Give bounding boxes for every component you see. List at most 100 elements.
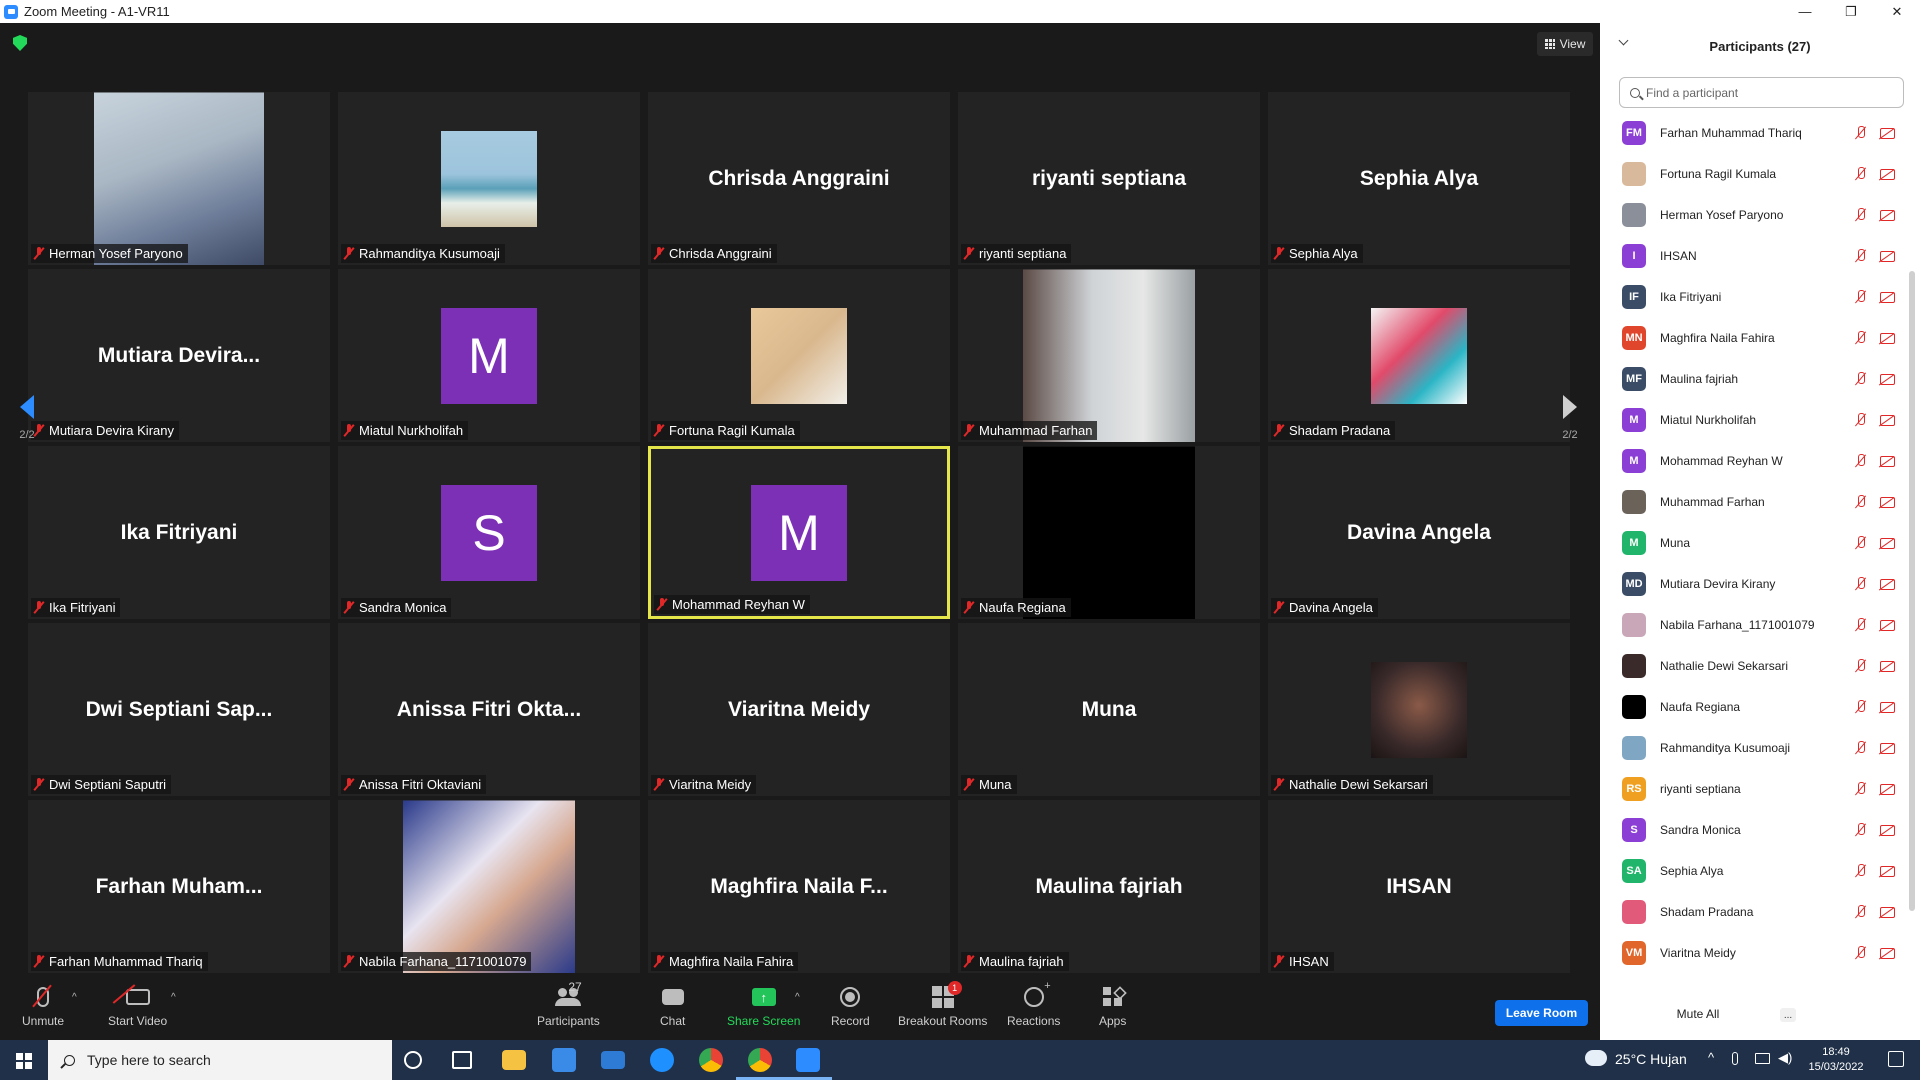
- teamviewer-icon[interactable]: [650, 1048, 674, 1072]
- mic-muted-icon[interactable]: [1855, 577, 1867, 591]
- mic-muted-icon[interactable]: [1855, 454, 1867, 468]
- participant-row[interactable]: RS riyanti septiana: [1600, 769, 1905, 809]
- camera-off-icon[interactable]: [1880, 373, 1895, 385]
- camera-off-icon[interactable]: [1880, 947, 1895, 959]
- close-button[interactable]: ✕: [1874, 0, 1920, 23]
- participant-row[interactable]: FM Farhan Muhammad Thariq: [1600, 113, 1905, 153]
- camera-off-icon[interactable]: [1880, 250, 1895, 262]
- chrome-icon[interactable]: [699, 1048, 723, 1072]
- mute-all-button[interactable]: Mute All: [1663, 1000, 1733, 1028]
- camera-off-icon[interactable]: [1880, 660, 1895, 672]
- video-tile[interactable]: Nabila Farhana_1171001079: [338, 800, 640, 973]
- participant-row[interactable]: M Mohammad Reyhan W: [1600, 441, 1905, 481]
- camera-off-icon[interactable]: [1880, 496, 1895, 508]
- camera-off-icon[interactable]: [1880, 414, 1895, 426]
- video-tile[interactable]: Herman Yosef Paryono: [28, 92, 330, 265]
- video-tile[interactable]: Fortuna Ragil Kumala: [648, 269, 950, 442]
- mic-muted-icon[interactable]: [1855, 290, 1867, 304]
- mic-muted-icon[interactable]: [1855, 536, 1867, 550]
- mic-muted-icon[interactable]: [1855, 823, 1867, 837]
- chat-button[interactable]: Chat: [660, 984, 685, 1028]
- participant-search-input[interactable]: [1646, 85, 1886, 100]
- participant-row[interactable]: Fortuna Ragil Kumala: [1600, 154, 1905, 194]
- leave-room-button[interactable]: Leave Room: [1495, 1000, 1588, 1026]
- video-tile[interactable]: Davina Angela Davina Angela: [1268, 446, 1570, 619]
- weather-text[interactable]: 25°C Hujan: [1615, 1051, 1687, 1067]
- camera-off-icon[interactable]: [1880, 537, 1895, 549]
- store-icon[interactable]: [552, 1048, 576, 1072]
- video-tile[interactable]: Farhan Muham... Farhan Muhammad Thariq: [28, 800, 330, 973]
- next-page-button[interactable]: 2/2: [1553, 375, 1587, 461]
- video-tile[interactable]: Dwi Septiani Sap... Dwi Septiani Saputri: [28, 623, 330, 796]
- camera-off-icon[interactable]: [1880, 332, 1895, 344]
- camera-off-icon[interactable]: [1880, 824, 1895, 836]
- video-tile[interactable]: Muhammad Farhan: [958, 269, 1260, 442]
- camera-off-icon[interactable]: [1880, 865, 1895, 877]
- cortana-icon[interactable]: [404, 1051, 422, 1069]
- mic-muted-icon[interactable]: [1855, 864, 1867, 878]
- video-tile[interactable]: Rahmanditya Kusumoaji: [338, 92, 640, 265]
- video-tile[interactable]: S Sandra Monica: [338, 446, 640, 619]
- participant-row[interactable]: S Sandra Monica: [1600, 810, 1905, 850]
- camera-off-icon[interactable]: [1880, 168, 1895, 180]
- video-tile[interactable]: Muna Muna: [958, 623, 1260, 796]
- mic-muted-icon[interactable]: [1855, 495, 1867, 509]
- participant-row[interactable]: Shadam Pradana: [1600, 892, 1905, 932]
- zoom-taskbar-icon[interactable]: [784, 1048, 832, 1080]
- taskbar-search[interactable]: Type here to search: [48, 1040, 392, 1080]
- mic-muted-icon[interactable]: [1855, 659, 1867, 673]
- video-options-caret[interactable]: ^: [171, 984, 176, 1010]
- mic-muted-icon[interactable]: [1855, 782, 1867, 796]
- video-tile[interactable]: Chrisda Anggraini Chrisda Anggraini: [648, 92, 950, 265]
- view-button[interactable]: View: [1537, 32, 1593, 56]
- video-tile[interactable]: Maulina fajriah Maulina fajriah: [958, 800, 1260, 973]
- participant-row[interactable]: Herman Yosef Paryono: [1600, 195, 1905, 235]
- network-icon[interactable]: [1755, 1053, 1770, 1064]
- participant-row[interactable]: VM Viaritna Meidy: [1600, 933, 1905, 973]
- mic-muted-icon[interactable]: [1855, 126, 1867, 140]
- mic-muted-icon[interactable]: [1855, 618, 1867, 632]
- mic-muted-icon[interactable]: [1855, 413, 1867, 427]
- apps-button[interactable]: Apps: [1099, 984, 1126, 1028]
- share-options-caret[interactable]: ^: [795, 984, 800, 1010]
- mic-muted-icon[interactable]: [1855, 331, 1867, 345]
- camera-off-icon[interactable]: [1880, 578, 1895, 590]
- participant-row[interactable]: Naufa Regiana: [1600, 687, 1905, 727]
- mic-muted-icon[interactable]: [1855, 208, 1867, 222]
- video-tile[interactable]: Mutiara Devira... Mutiara Devira Kirany: [28, 269, 330, 442]
- mail-icon[interactable]: [601, 1051, 625, 1069]
- camera-off-icon[interactable]: [1880, 619, 1895, 631]
- reactions-button[interactable]: Reactions: [1007, 980, 1060, 1028]
- participants-scrollbar[interactable]: [1909, 111, 1915, 999]
- audio-options-caret[interactable]: ^: [72, 984, 77, 1010]
- video-tile[interactable]: Ika Fitriyani Ika Fitriyani: [28, 446, 330, 619]
- mic-muted-icon[interactable]: [1855, 905, 1867, 919]
- participant-row[interactable]: Nathalie Dewi Sekarsari: [1600, 646, 1905, 686]
- video-tile[interactable]: IHSAN IHSAN: [1268, 800, 1570, 973]
- microphone-tray-icon[interactable]: [1732, 1052, 1738, 1065]
- more-options-button[interactable]: ...: [1780, 1008, 1796, 1022]
- participant-search[interactable]: [1619, 77, 1904, 108]
- camera-off-icon[interactable]: [1880, 291, 1895, 303]
- camera-off-icon[interactable]: [1880, 906, 1895, 918]
- camera-off-icon[interactable]: [1880, 742, 1895, 754]
- mic-muted-icon[interactable]: [1855, 372, 1867, 386]
- video-tile[interactable]: Shadam Pradana: [1268, 269, 1570, 442]
- video-tile[interactable]: Naufa Regiana: [958, 446, 1260, 619]
- participant-row[interactable]: IF Ika Fitriyani: [1600, 277, 1905, 317]
- record-button[interactable]: Record: [831, 984, 870, 1028]
- camera-off-icon[interactable]: [1880, 209, 1895, 221]
- tray-chevron-icon[interactable]: ^: [1708, 1050, 1714, 1065]
- participant-row[interactable]: MF Maulina fajriah: [1600, 359, 1905, 399]
- video-tile[interactable]: M Mohammad Reyhan W: [648, 446, 950, 619]
- camera-off-icon[interactable]: [1880, 783, 1895, 795]
- volume-icon[interactable]: ◀): [1778, 1050, 1792, 1066]
- unmute-button[interactable]: Unmute: [22, 984, 64, 1028]
- mic-muted-icon[interactable]: [1855, 700, 1867, 714]
- participant-row[interactable]: Rahmanditya Kusumoaji: [1600, 728, 1905, 768]
- mic-muted-icon[interactable]: [1855, 741, 1867, 755]
- notifications-icon[interactable]: [1888, 1051, 1904, 1067]
- video-tile[interactable]: Anissa Fitri Okta... Anissa Fitri Oktavia…: [338, 623, 640, 796]
- participant-row[interactable]: Nabila Farhana_1171001079: [1600, 605, 1905, 645]
- camera-off-icon[interactable]: [1880, 455, 1895, 467]
